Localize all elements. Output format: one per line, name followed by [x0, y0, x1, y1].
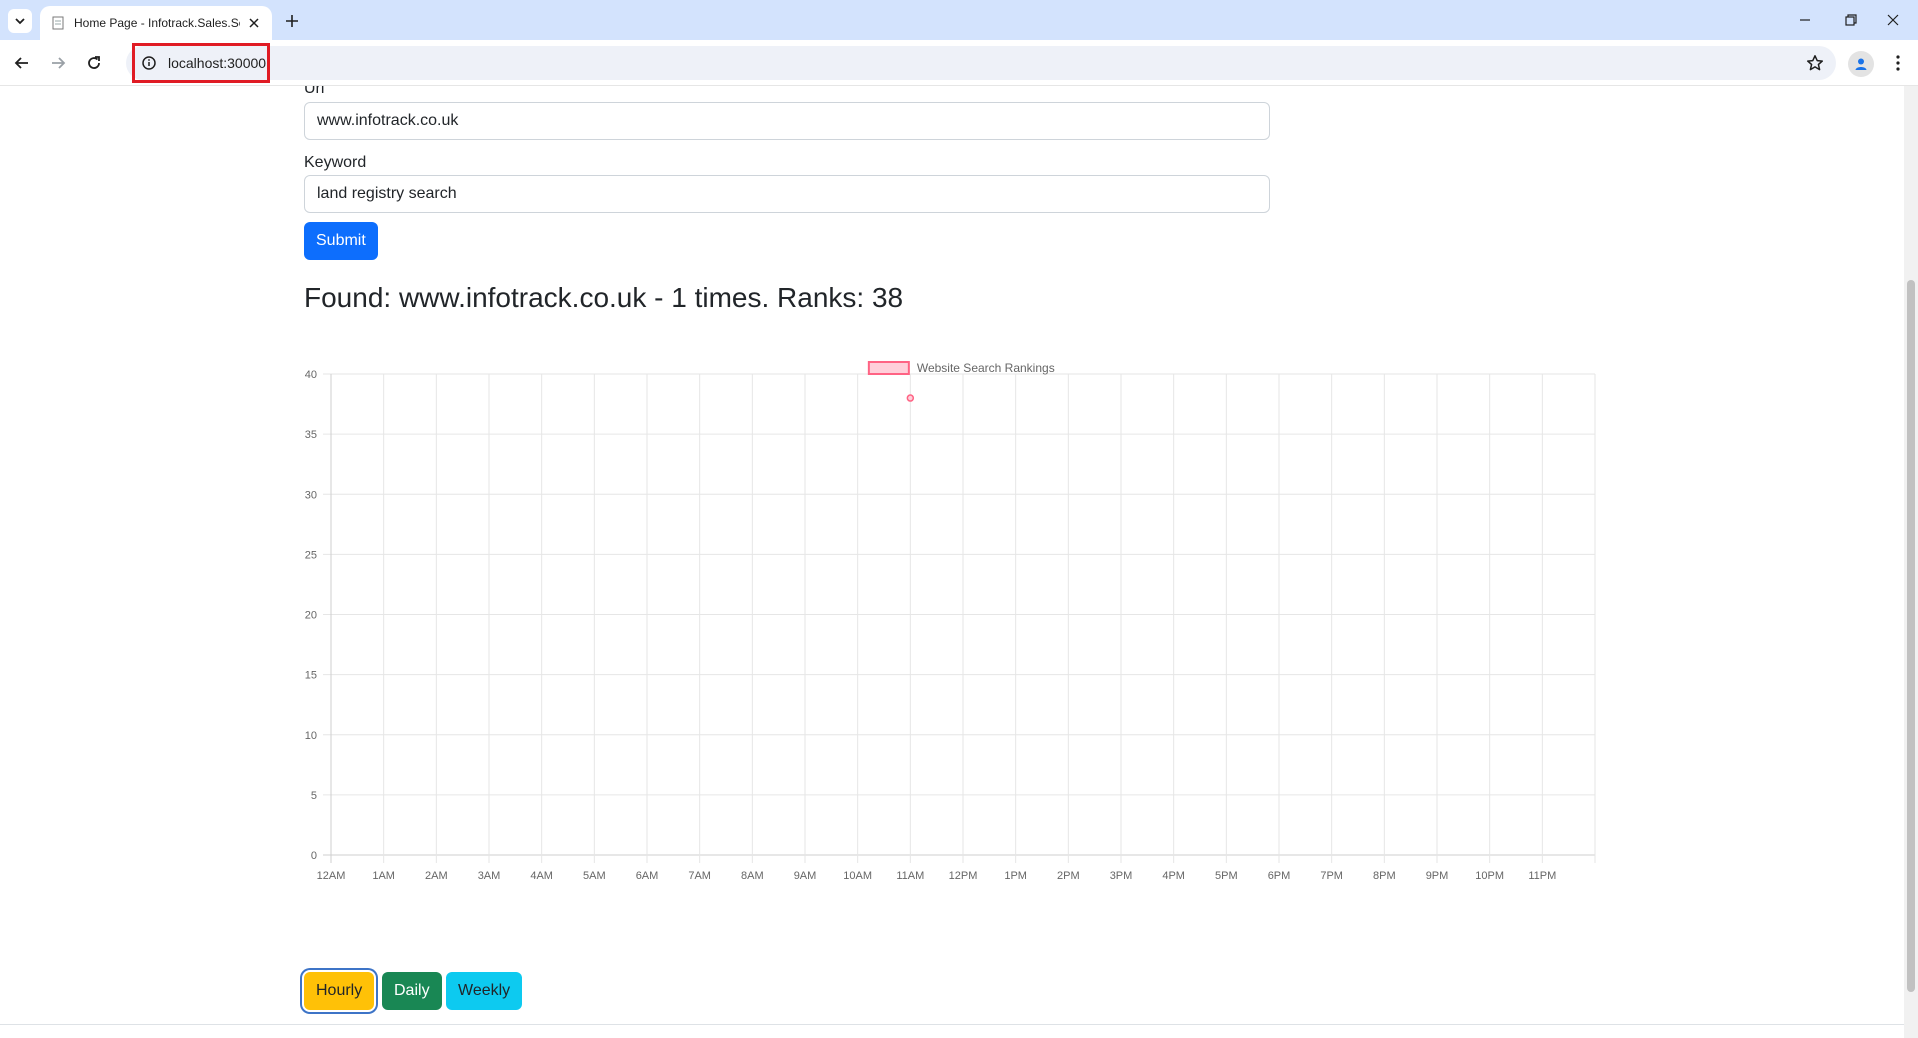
x-tick-label: 5PM — [1215, 870, 1238, 882]
y-tick-label: 40 — [305, 369, 317, 381]
y-tick-label: 10 — [305, 730, 317, 742]
url-highlight-box — [132, 43, 270, 83]
x-tick-label: 11PM — [1528, 870, 1556, 882]
rankings-chart: 0 5 10 15 20 25 30 35 40 12AM 1AM 2AM 3AM 4AM 5AM 6AM 7A… — [305, 361, 1596, 882]
keyword-label: Keyword — [304, 154, 367, 171]
daily-button[interactable]: Daily — [382, 972, 442, 1010]
legend-swatch — [867, 361, 910, 375]
x-tick-label: 5AM — [583, 870, 606, 882]
x-tick-label: 9PM — [1426, 870, 1449, 882]
result-heading: Found: www.infotrack.co.uk - 1 times. Ra… — [304, 282, 904, 313]
tab-search-button[interactable] — [8, 9, 32, 33]
close-tab-icon[interactable] — [246, 15, 262, 31]
active-tab[interactable]: Home Page - Infotrack.Sales.Se — [40, 6, 272, 40]
y-tick-label: 0 — [311, 850, 317, 862]
y-tick-label: 35 — [305, 429, 317, 441]
x-tick-label: 10PM — [1475, 870, 1504, 882]
x-tick-label: 6AM — [636, 870, 659, 882]
y-tick-label: 15 — [305, 670, 317, 682]
close-window-button[interactable] — [1868, 0, 1918, 40]
plus-icon — [286, 15, 298, 27]
forward-button[interactable] — [46, 51, 70, 75]
minimize-button[interactable] — [1780, 0, 1830, 40]
url-label: Url — [304, 86, 325, 97]
more-vertical-icon — [1896, 55, 1900, 71]
x-tick-label: 11AM — [896, 870, 924, 882]
x-tick-label: 4PM — [1162, 870, 1185, 882]
x-tick-label: 9AM — [794, 870, 817, 882]
x-tick-label: 8PM — [1373, 870, 1396, 882]
x-tick-label: 1AM — [372, 870, 395, 882]
scrollbar-thumb[interactable] — [1907, 280, 1915, 992]
y-tick-label: 5 — [311, 790, 317, 802]
x-tick-label: 7AM — [688, 870, 711, 882]
reload-icon — [88, 56, 100, 69]
page-scrollbar[interactable] — [1904, 86, 1918, 1038]
address-bar[interactable]: localhost:30000 — [126, 46, 1836, 80]
y-tick-label: 20 — [305, 610, 317, 622]
page-viewport: Url Keyword Submit Found: www.infotrack.… — [0, 86, 1904, 1038]
x-tick-label: 4AM — [530, 870, 553, 882]
x-tick-label: 12PM — [949, 870, 978, 882]
minimize-icon — [1800, 19, 1810, 21]
chevron-down-icon — [15, 18, 25, 25]
x-tick-label: 12AM — [317, 870, 346, 882]
x-tick-label: 8AM — [741, 870, 764, 882]
x-tick-label: 6PM — [1268, 870, 1291, 882]
page-icon — [50, 15, 66, 31]
close-icon — [1887, 14, 1899, 26]
y-tick-label: 30 — [305, 489, 317, 501]
y-tick-label: 25 — [305, 549, 317, 561]
x-tick-label: 1PM — [1004, 870, 1027, 882]
back-button[interactable] — [10, 51, 34, 75]
profile-button[interactable] — [1848, 51, 1874, 77]
tab-title: Home Page - Infotrack.Sales.Se — [74, 16, 240, 30]
keyword-input[interactable] — [304, 175, 1270, 213]
data-point — [906, 394, 915, 402]
x-tick-label: 10AM — [843, 870, 872, 882]
reload-button[interactable] — [82, 51, 106, 75]
bookmark-star-icon[interactable] — [1806, 54, 1824, 72]
hourly-button[interactable]: Hourly — [304, 972, 375, 1010]
x-tick-label: 7PM — [1320, 870, 1343, 882]
x-tick-label: 3PM — [1110, 870, 1133, 882]
new-tab-button[interactable] — [280, 9, 304, 33]
person-icon — [1855, 58, 1867, 70]
x-tick-label: 3AM — [478, 870, 501, 882]
browser-menu-button[interactable] — [1886, 51, 1910, 75]
x-tick-label: 2AM — [425, 870, 448, 882]
weekly-button[interactable]: Weekly — [446, 972, 523, 1010]
legend-label: Website Search Rankings — [917, 361, 1055, 375]
arrow-right-icon — [52, 57, 66, 69]
restore-icon — [1845, 14, 1857, 26]
tab-strip: Home Page - Infotrack.Sales.Se — [0, 0, 1918, 40]
x-tick-label: 2PM — [1057, 870, 1080, 882]
submit-button[interactable]: Submit — [304, 222, 378, 260]
browser-toolbar: localhost:30000 — [0, 40, 1918, 86]
footer-divider — [0, 1024, 1904, 1025]
arrow-left-icon — [14, 57, 28, 69]
url-input[interactable] — [304, 102, 1270, 140]
